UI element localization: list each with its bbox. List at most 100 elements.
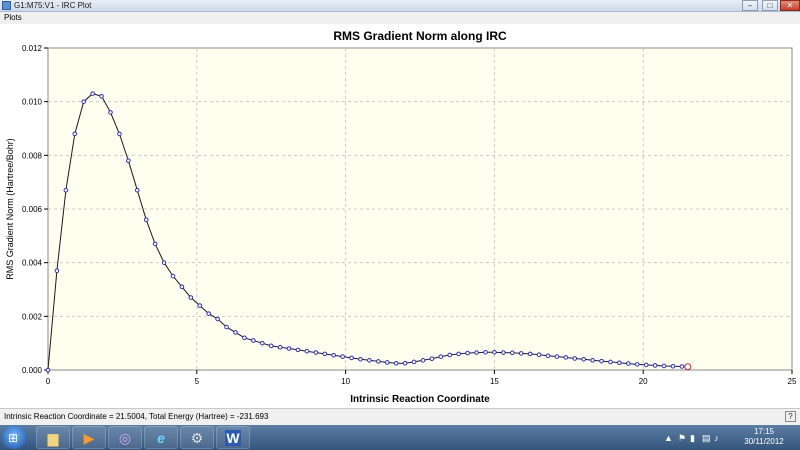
data-point [117, 131, 122, 137]
data-point [652, 363, 658, 368]
clock-time[interactable]: 17:15 [734, 427, 794, 436]
data-point [224, 324, 229, 330]
flag-icon[interactable]: ⚑ [678, 433, 686, 444]
data-point [215, 316, 220, 322]
data-point [679, 364, 685, 369]
data-point [474, 350, 479, 355]
taskbar-app-gaussview[interactable]: ◎ [108, 426, 142, 449]
status-text: Intrinsic Reaction Coordinate = 21.5004,… [4, 412, 269, 421]
data-point [367, 358, 372, 363]
volume-icon[interactable]: ♪ [714, 433, 719, 443]
data-point [536, 352, 542, 358]
taskbar-app-media-player[interactable]: ▶ [72, 426, 106, 449]
data-point [349, 355, 354, 361]
start-button[interactable]: ⊞ [2, 426, 26, 449]
data-point [429, 356, 435, 362]
window-titlebar: G1:M75:V1 - IRC Plot – □ ✕ [0, 0, 800, 12]
data-point [545, 353, 551, 359]
gaussview-icon: ◎ [118, 430, 132, 446]
x-tick-label: 5 [195, 377, 200, 386]
data-point [572, 356, 578, 361]
data-point [617, 360, 622, 366]
data-point [483, 349, 488, 355]
minimize-button[interactable]: – [742, 0, 758, 11]
data-point [626, 361, 631, 366]
data-point [456, 351, 461, 357]
x-tick-label: 20 [639, 377, 648, 386]
internet-explorer-icon: e [157, 430, 165, 446]
data-point [81, 99, 87, 104]
data-point [295, 347, 301, 353]
data-point [90, 91, 95, 96]
x-axis-label: Intrinsic Reaction Coordinate [350, 394, 490, 405]
y-tick-label: 0.010 [22, 98, 43, 107]
x-tick-label: 15 [490, 377, 499, 386]
menu-plots[interactable]: Plots [4, 12, 22, 24]
data-point [420, 358, 426, 363]
data-point [126, 158, 131, 163]
data-point [340, 354, 345, 359]
menu-bar: Plots [0, 12, 800, 24]
window-title: G1:M75:V1 - IRC Plot [14, 1, 92, 10]
data-point [108, 110, 113, 115]
maximize-button[interactable]: □ [762, 0, 778, 11]
data-point [376, 359, 381, 364]
data-point [54, 268, 60, 274]
data-point [179, 284, 185, 290]
x-tick-label: 0 [46, 377, 51, 386]
help-button[interactable]: ? [785, 411, 796, 422]
data-point [608, 359, 613, 365]
data-point [313, 350, 319, 355]
network-icon[interactable]: ▤ [702, 433, 711, 444]
y-tick-label: 0.004 [22, 259, 43, 268]
tray-arrow-icon[interactable]: ▲ [664, 433, 673, 443]
data-point [242, 335, 247, 341]
data-point [322, 351, 328, 357]
data-point [554, 354, 560, 359]
data-point [438, 354, 444, 359]
data-point [143, 217, 149, 223]
data-point [518, 351, 524, 356]
taskbar-app-word[interactable]: W [216, 426, 250, 449]
battery-icon[interactable]: ▮ [690, 433, 695, 444]
data-point [590, 358, 595, 363]
data-point [259, 340, 265, 346]
current-point-marker [684, 363, 692, 371]
media-player-icon: ▶ [83, 430, 95, 446]
data-point [251, 338, 256, 343]
data-point [304, 348, 310, 354]
app-settings-icon: ⚙ [190, 430, 204, 446]
data-point [45, 367, 51, 373]
data-point [286, 346, 292, 351]
taskbar-app-internet-explorer[interactable]: e [144, 426, 178, 449]
data-point [152, 241, 158, 247]
y-tick-label: 0.006 [22, 205, 43, 214]
close-button[interactable]: ✕ [780, 0, 800, 11]
irc-chart: RMS Gradient Norm along IRC 0 5 10 15 20 25 0.0… [5, 29, 797, 405]
data-point [402, 360, 408, 366]
x-tick-label: 25 [788, 377, 797, 386]
data-point [581, 356, 586, 362]
data-point [188, 295, 194, 300]
y-tick-label: 0.002 [22, 312, 43, 321]
data-point [161, 260, 167, 265]
chart-title: RMS Gradient Norm along IRC [333, 29, 507, 43]
taskbar-app-settings[interactable]: ⚙ [180, 426, 214, 449]
data-point [492, 349, 497, 355]
data-point [411, 359, 417, 365]
data-point [99, 94, 104, 99]
x-tick-label: 10 [341, 377, 350, 386]
data-point [206, 311, 212, 316]
taskbar-app-explorer[interactable]: ▆ [36, 426, 70, 449]
data-point [501, 350, 506, 355]
data-point [170, 273, 176, 279]
plot-area: RMS Gradient Norm along IRC 0 5 10 15 20 25 0.0… [0, 24, 800, 408]
data-point [384, 360, 390, 365]
system-tray: ▲ ⚑ ▮ ▤ ♪ 17:15 30/11/2012 [664, 425, 794, 450]
windows-logo-icon: ⊞ [8, 431, 19, 445]
data-point [643, 362, 649, 368]
clock-date[interactable]: 30/11/2012 [734, 437, 794, 446]
data-point [447, 352, 453, 358]
y-axis-label: RMS Gradient Norm (Hartree/Bohr) [5, 138, 15, 280]
data-point [134, 187, 140, 193]
